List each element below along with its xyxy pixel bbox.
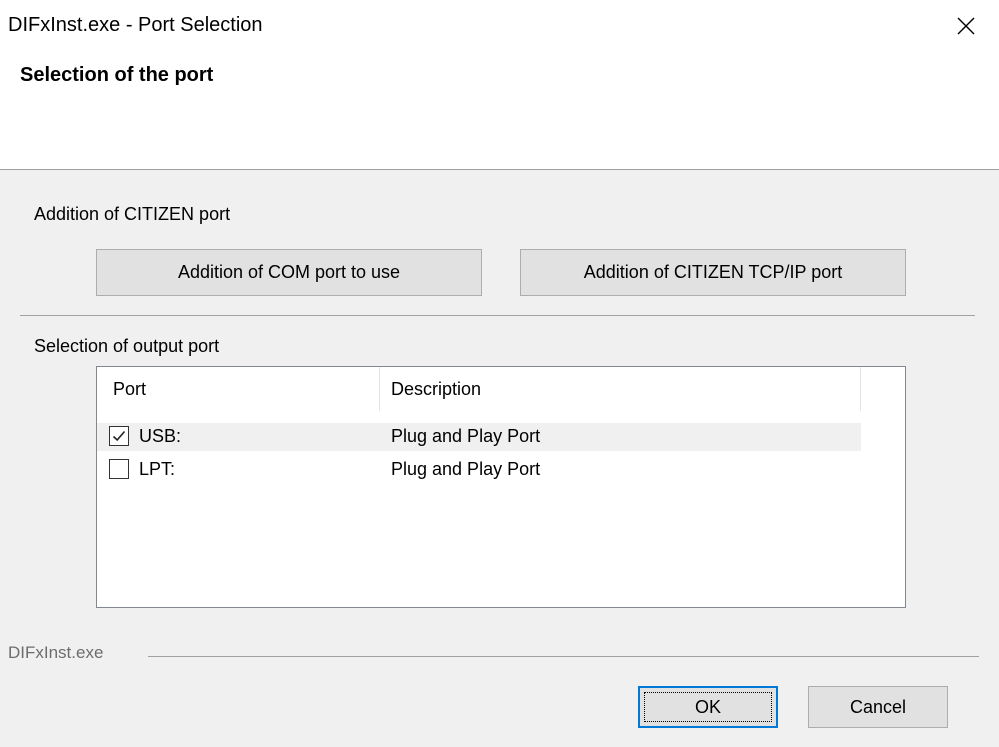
usb-checkbox[interactable] [109, 426, 129, 446]
column-header-description-label: Description [391, 378, 482, 399]
group-divider [20, 315, 975, 316]
list-item-lpt[interactable]: LPT: Plug and Play Port [97, 456, 861, 484]
column-header-port[interactable]: Port [97, 367, 379, 411]
port-name: USB: [139, 426, 182, 446]
footer-label: DIFxInst.exe [8, 643, 104, 662]
ok-button-label: OK [694, 696, 721, 717]
close-icon [957, 17, 975, 35]
column-divider[interactable] [860, 367, 861, 411]
check-icon [112, 430, 126, 442]
column-header-description[interactable]: Description [380, 367, 860, 411]
port-description: Plug and Play Port [391, 459, 541, 479]
add-com-port-button[interactable]: Addition of COM port to use [96, 249, 482, 296]
lpt-checkbox[interactable] [109, 459, 129, 479]
cancel-button[interactable]: Cancel [808, 686, 948, 728]
output-group-label: Selection of output port [34, 336, 220, 356]
port-list[interactable]: Port Description USB: Plug and Play Port… [96, 366, 906, 608]
list-header: Port Description [97, 367, 861, 411]
add-tcp-ip-port-button[interactable]: Addition of CITIZEN TCP/IP port [520, 249, 906, 296]
page-title: Selection of the port [20, 64, 214, 86]
port-name: LPT: [139, 459, 176, 479]
column-header-port-label: Port [113, 378, 147, 399]
footer-divider [148, 656, 979, 657]
window-title: DIFxInst.exe - Port Selection [8, 14, 263, 36]
citizen-group-label: Addition of CITIZEN port [34, 204, 231, 224]
port-description: Plug and Play Port [391, 426, 541, 446]
close-button[interactable] [944, 8, 988, 44]
wizard-header: Selection of the port [0, 50, 999, 170]
ok-button[interactable]: OK [638, 686, 778, 728]
list-item-usb[interactable]: USB: Plug and Play Port [97, 423, 861, 451]
title-bar: DIFxInst.exe - Port Selection [0, 0, 999, 50]
